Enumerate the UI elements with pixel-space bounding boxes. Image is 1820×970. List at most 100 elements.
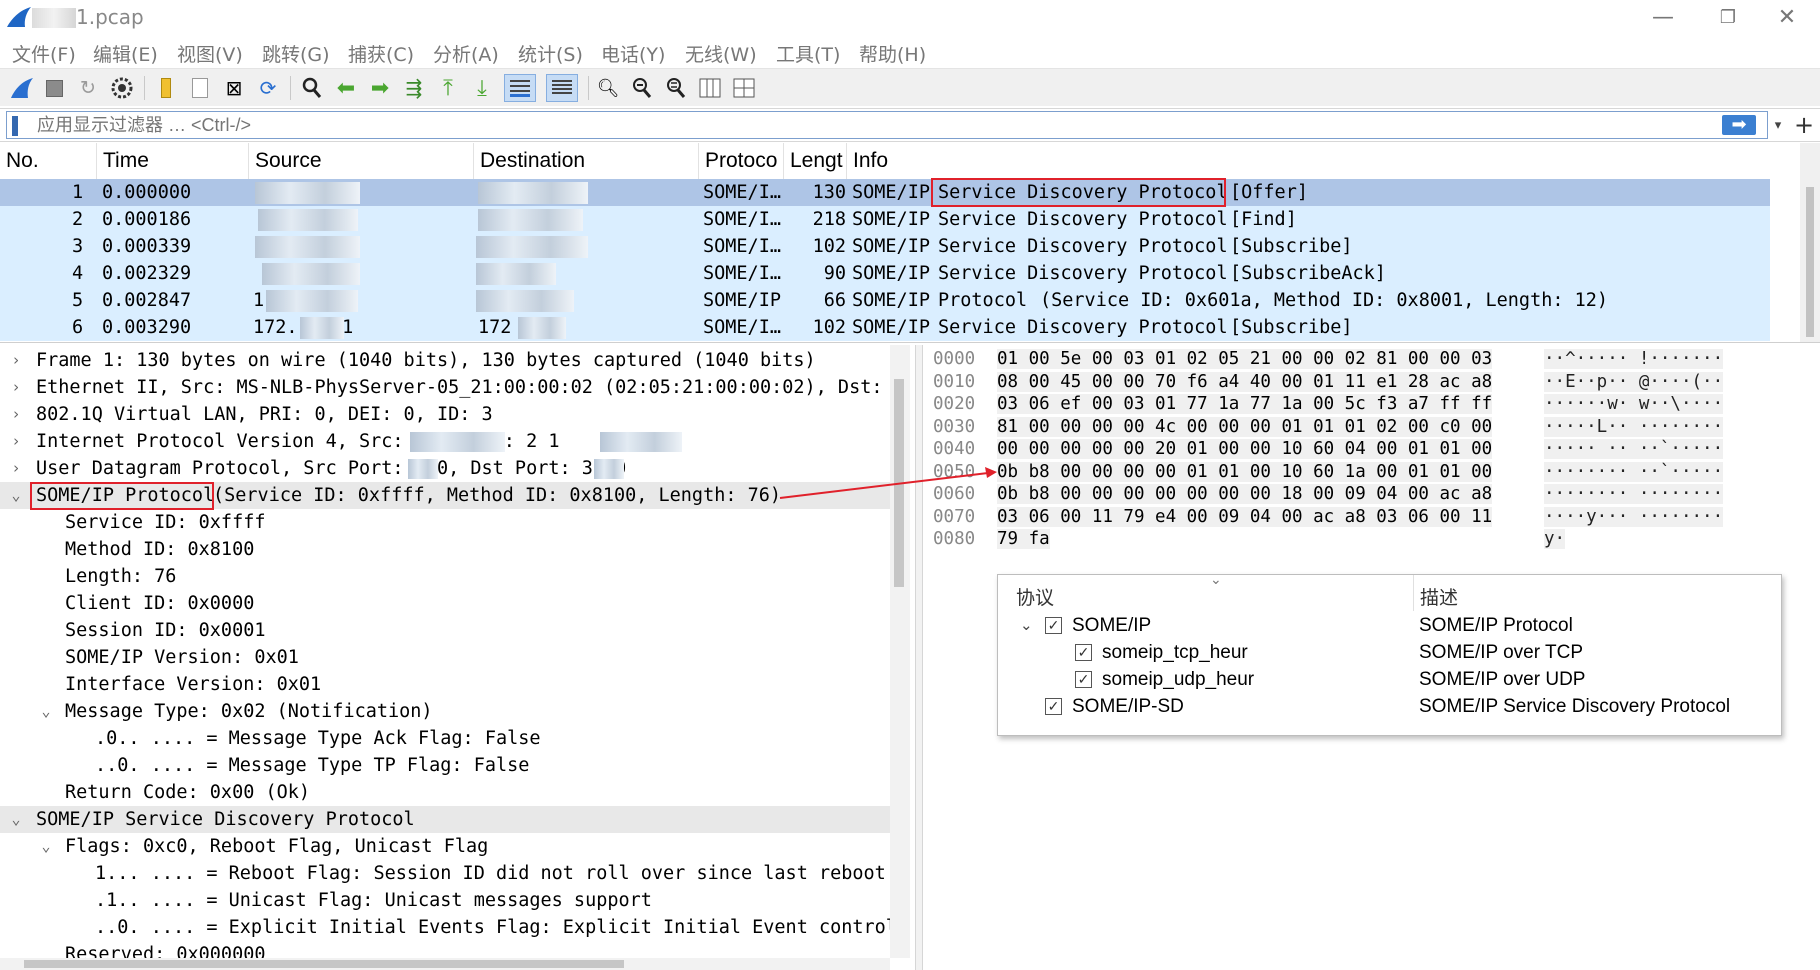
tree-item-someip-sd[interactable]: ⌄ SOME/IP Service Discovery Protocol — [0, 806, 890, 833]
tree-item[interactable]: ..0. .... = Message Type TP Flag: False — [0, 752, 890, 779]
tree-item[interactable]: Service ID: 0xffff — [0, 509, 890, 536]
colorize-icon[interactable] — [546, 74, 578, 102]
column-info[interactable]: Info — [847, 143, 1800, 179]
menu-tools[interactable]: 工具(T) — [776, 40, 840, 67]
tree-item[interactable]: Session ID: 0x0001 — [0, 617, 890, 644]
column-no[interactable]: No. — [0, 143, 97, 179]
first-packet-icon[interactable]: ⤒ — [434, 74, 462, 102]
tree-item[interactable]: .0.. .... = Message Type Ack Flag: False — [0, 725, 890, 752]
tree-item[interactable]: Interface Version: 0x01 — [0, 671, 890, 698]
hex-row[interactable]: 0000 01 00 5e 00 03 01 02 05 21 00 00 02… — [923, 349, 1820, 372]
expand-arrow-icon[interactable]: › — [7, 347, 25, 374]
tree-item[interactable]: Return Code: 0x00 (Ok) — [0, 779, 890, 806]
close-button[interactable]: ✕ — [1752, 0, 1820, 36]
checkbox-checked-icon[interactable]: ✓ — [1045, 698, 1062, 715]
column-protocol-header[interactable]: 协议 — [1016, 583, 1054, 610]
tree-item[interactable]: › Ethernet II, Src: MS-NLB-PhysServer-05… — [0, 374, 890, 401]
zoom-in-icon[interactable]: 🔍︎ — [594, 74, 622, 102]
expand-arrow-icon[interactable]: › — [7, 401, 25, 428]
column-description-header[interactable]: 描述 — [1420, 583, 1458, 610]
checkbox-checked-icon[interactable]: ✓ — [1075, 671, 1092, 688]
options-gear-icon[interactable] — [108, 74, 136, 102]
resize-columns-icon[interactable] — [696, 74, 724, 102]
menu-go[interactable]: 跳转(G) — [262, 40, 330, 67]
tree-item[interactable]: ..0. .... = Explicit Initial Events Flag… — [0, 914, 890, 941]
menu-wireless[interactable]: 无线(W) — [685, 40, 757, 67]
protocol-row[interactable]: ⌄ ✓ SOME/IP SOME/IP Protocol — [998, 613, 1778, 639]
menu-view[interactable]: 视图(V) — [177, 40, 243, 67]
hex-row[interactable]: 0040 00 00 00 00 00 20 01 00 00 10 60 04… — [923, 439, 1820, 462]
zoom-out-icon[interactable] — [628, 74, 656, 102]
open-folder-icon[interactable] — [152, 74, 180, 102]
hex-row[interactable]: 0070 03 06 00 11 79 e4 00 09 04 00 ac a8… — [923, 506, 1820, 530]
tree-item[interactable]: Method ID: 0x8100 — [0, 536, 890, 563]
file-icon[interactable] — [186, 74, 214, 102]
expand-arrow-icon[interactable]: › — [7, 455, 25, 482]
tree-item[interactable]: › Internet Protocol Version 4, Src: 1 6,… — [0, 428, 890, 455]
go-to-packet-icon[interactable]: ⇶ — [400, 74, 428, 102]
filter-history-dropdown[interactable]: ▾ — [1768, 113, 1788, 139]
tree-item[interactable]: .1.. .... = Unicast Flag: Unicast messag… — [0, 887, 890, 914]
menu-telephony[interactable]: 电话(Y) — [601, 40, 665, 67]
packet-row[interactable]: 2 0.000186 SOME/I… 218 SOME/IP Service D… — [0, 206, 1770, 233]
packet-row[interactable]: 6 0.003290 172. 3.11 172 3.6 SOME/I… 102… — [0, 314, 1770, 341]
details-scroll-thumb[interactable] — [894, 379, 904, 587]
menu-file[interactable]: 文件(F) — [12, 40, 76, 67]
tree-item[interactable]: › 802.1Q Virtual LAN, PRI: 0, DEI: 0, ID… — [0, 401, 890, 428]
column-length[interactable]: Lengt — [784, 143, 847, 179]
expand-arrow-icon[interactable]: › — [7, 374, 25, 401]
menu-edit[interactable]: 编辑(E) — [93, 40, 158, 67]
pane-splitter[interactable] — [915, 345, 923, 970]
column-source[interactable]: Source — [249, 143, 474, 179]
tree-item[interactable]: 1... .... = Reboot Flag: Session ID did … — [0, 860, 890, 887]
filter-bookmark-icon[interactable] — [12, 116, 18, 136]
packet-row[interactable]: 3 0.000339 SOME/I… 102 SOME/IP Service D… — [0, 233, 1770, 260]
packet-row[interactable]: 4 0.002329 SOME/I… 90 SOME/IP Service Di… — [0, 260, 1770, 287]
reload-icon[interactable]: ⟳ — [254, 74, 282, 102]
collapse-arrow-icon[interactable]: ⌄ — [37, 833, 55, 860]
go-forward-icon[interactable]: ➡ — [366, 74, 394, 102]
display-filter-input[interactable] — [6, 111, 1768, 139]
hex-row[interactable]: 0050 0b b8 00 00 00 00 01 01 00 10 60 1a… — [923, 461, 1820, 485]
collapse-arrow-icon[interactable]: ⌄ — [1020, 613, 1033, 639]
last-packet-icon[interactable]: ⤓ — [468, 74, 496, 102]
checkbox-checked-icon[interactable]: ✓ — [1045, 617, 1062, 634]
tree-item[interactable]: SOME/IP Version: 0x01 — [0, 644, 890, 671]
menu-capture[interactable]: 捕获(C) — [348, 40, 414, 67]
checkbox-checked-icon[interactable]: ✓ — [1075, 644, 1092, 661]
hex-row[interactable]: 0030 81 00 00 00 00 4c 00 00 00 01 01 01… — [923, 416, 1820, 440]
column-destination[interactable]: Destination — [474, 143, 699, 179]
zoom-normal-icon[interactable] — [662, 74, 690, 102]
stop-icon[interactable] — [40, 74, 68, 102]
collapse-arrow-icon[interactable]: ⌄ — [37, 698, 55, 725]
menu-statistics[interactable]: 统计(S) — [518, 40, 583, 67]
column-time[interactable]: Time — [97, 143, 249, 179]
packet-row[interactable]: 5 0.002847 1 SOME/IP 66 SOME/IP Protocol… — [0, 287, 1770, 314]
collapse-arrow-icon[interactable]: ⌄ — [7, 806, 25, 833]
tree-item[interactable]: › Frame 1: 130 bytes on wire (1040 bits)… — [0, 347, 890, 374]
autoscroll-icon[interactable] — [504, 74, 536, 102]
protocol-row[interactable]: ✓ SOME/IP-SD SOME/IP Service Discovery P… — [998, 694, 1778, 720]
menu-help[interactable]: 帮助(H) — [859, 40, 926, 67]
add-filter-button[interactable]: + — [1792, 111, 1816, 139]
expand-subtrees-icon[interactable] — [730, 74, 758, 102]
column-protocol[interactable]: Protoco — [699, 143, 784, 179]
packet-list-scroll-thumb[interactable] — [1806, 187, 1814, 337]
hex-row[interactable]: 0010 08 00 45 00 00 70 f6 a4 40 00 01 11… — [923, 371, 1820, 395]
hex-row[interactable]: 0060 0b b8 00 00 00 00 00 00 00 18 00 09… — [923, 484, 1820, 507]
restart-icon[interactable]: ↻ — [74, 74, 102, 102]
details-horizontal-scroll-thumb[interactable] — [24, 960, 624, 968]
tree-item[interactable]: ⌄ Message Type: 0x02 (Notification) — [0, 698, 890, 725]
minimize-button[interactable]: — — [1628, 0, 1698, 36]
packet-row[interactable]: 1 0.000000 SOME/I… 130 SOME/IP Service D… — [0, 179, 1770, 206]
protocol-row[interactable]: ✓ someip_udp_heur SOME/IP over UDP — [998, 667, 1778, 693]
close-file-icon[interactable]: ⊠ — [220, 74, 248, 102]
expand-arrow-icon[interactable]: › — [7, 428, 25, 455]
collapse-arrow-icon[interactable]: ⌄ — [7, 482, 25, 509]
protocol-row[interactable]: ✓ someip_tcp_heur SOME/IP over TCP — [998, 640, 1778, 666]
tree-item[interactable]: ⌄ Flags: 0xc0, Reboot Flag, Unicast Flag — [0, 833, 890, 860]
find-icon[interactable] — [298, 74, 326, 102]
hex-row[interactable]: 0080 79 fa y· — [923, 529, 1820, 552]
apply-filter-button[interactable]: ➡ — [1722, 115, 1756, 135]
menu-analyze[interactable]: 分析(A) — [433, 40, 499, 67]
